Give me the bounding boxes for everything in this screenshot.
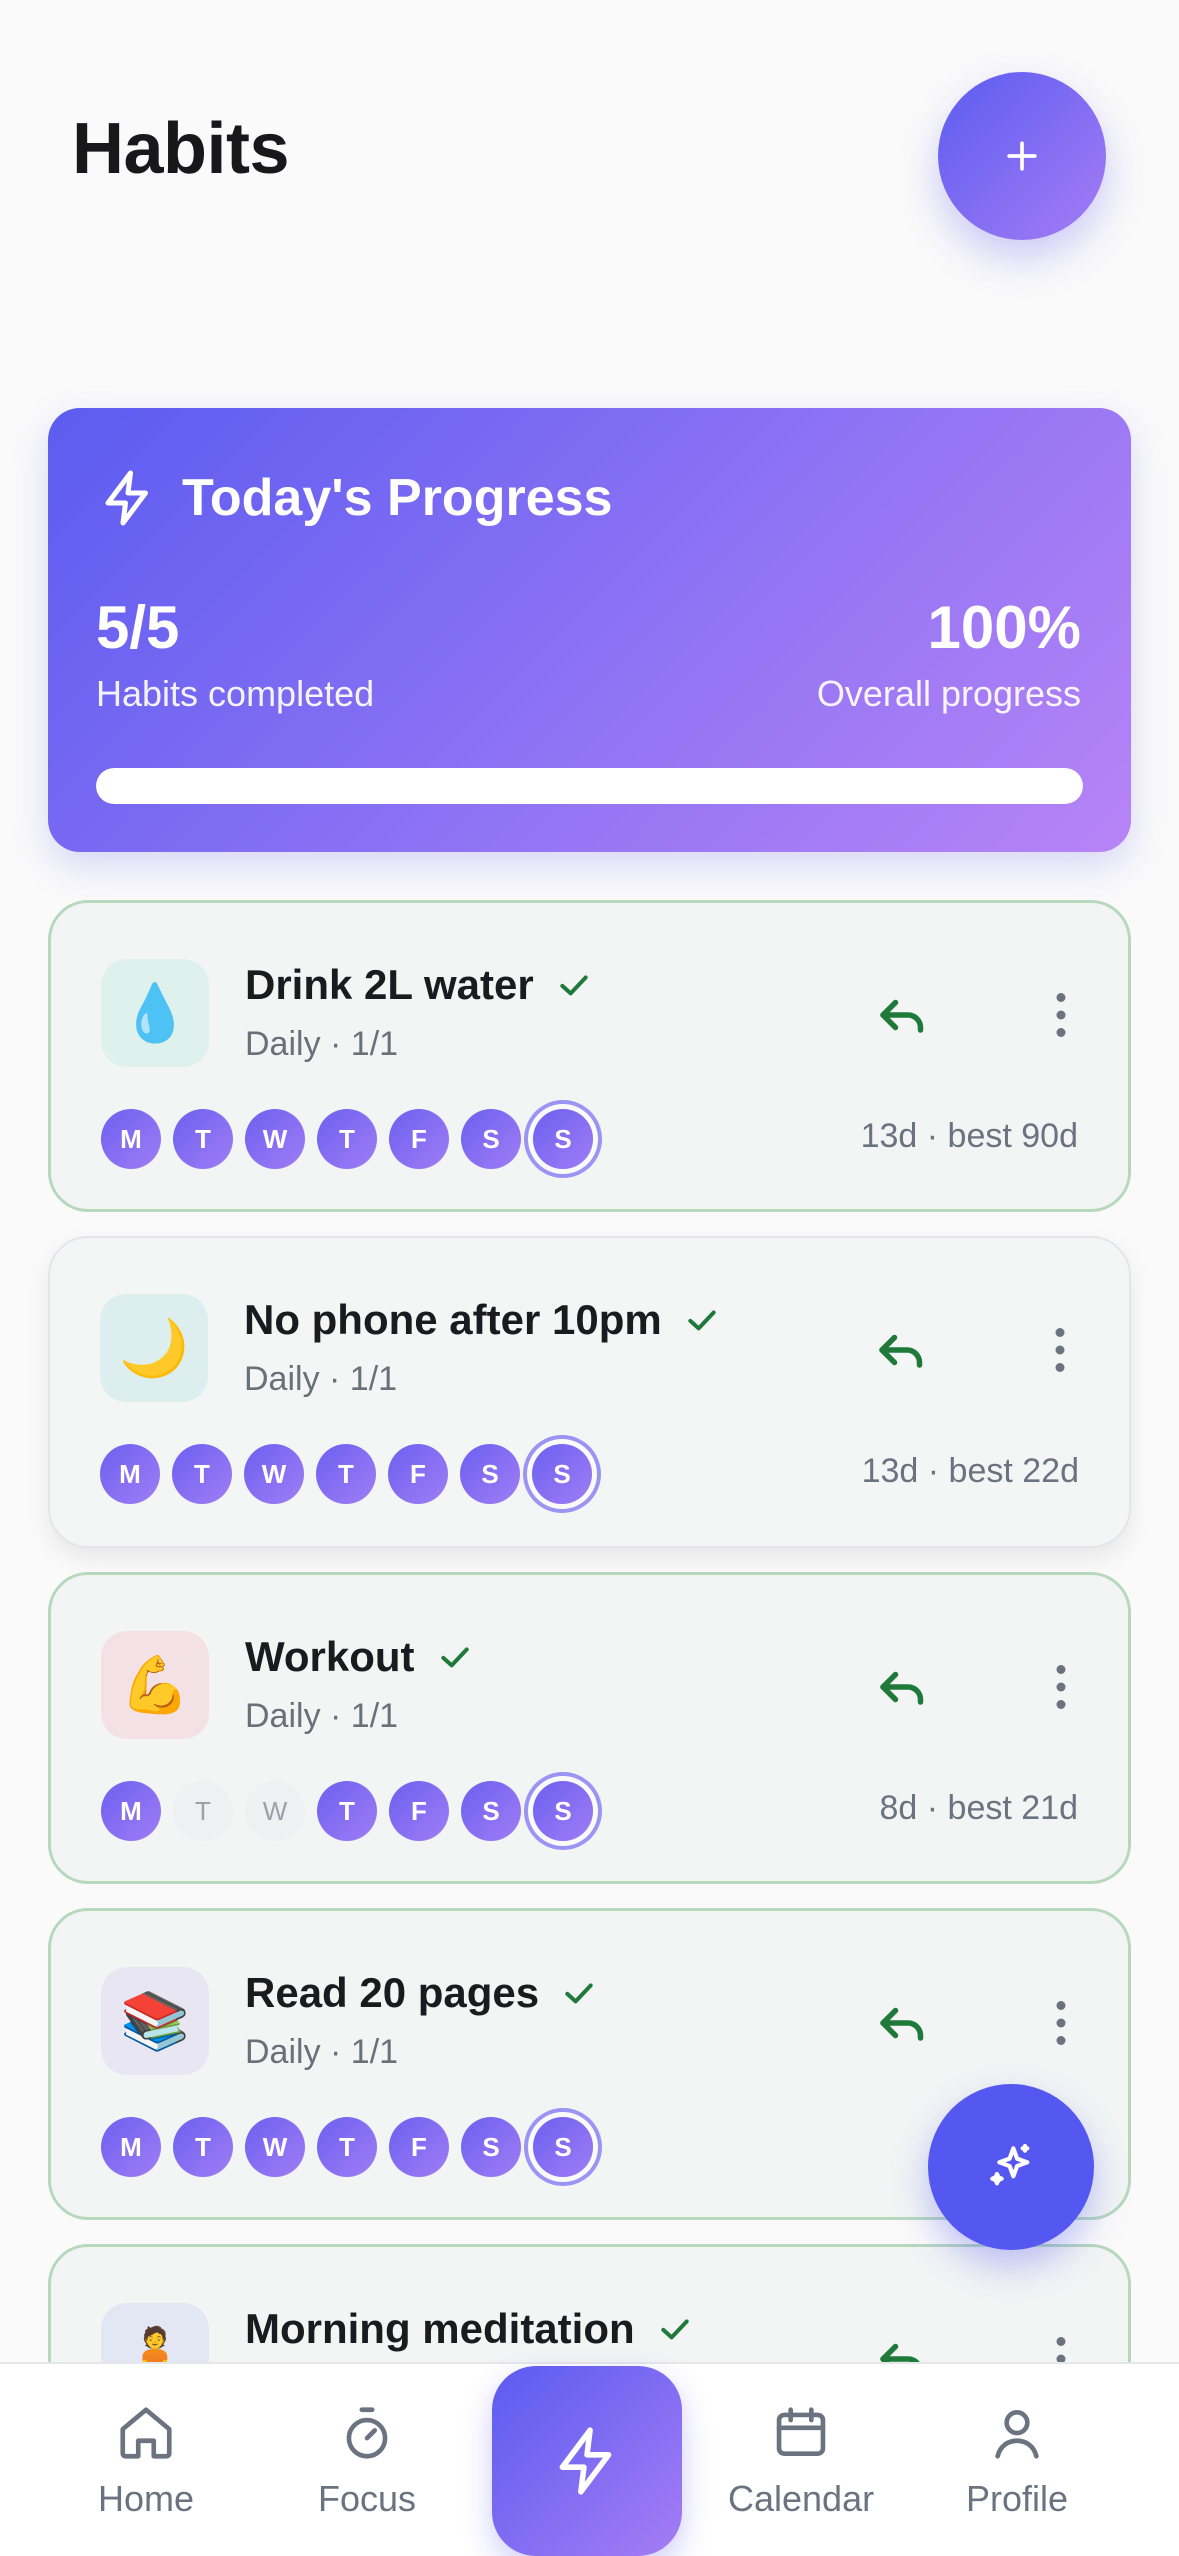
week-day-tracker: MTWTFSS bbox=[100, 1444, 592, 1504]
check-icon bbox=[660, 2319, 689, 2340]
habit-card[interactable]: 💧 Drink 2L water Daily · 1/1 MTWTFSS 13d… bbox=[48, 900, 1131, 1212]
day-indicator[interactable]: W bbox=[245, 2117, 305, 2177]
undo-icon[interactable] bbox=[872, 1320, 932, 1380]
progress-bar bbox=[96, 768, 1083, 804]
more-options-icon[interactable] bbox=[1031, 985, 1091, 1045]
day-indicator[interactable]: S bbox=[533, 1781, 593, 1841]
more-options-icon[interactable] bbox=[1031, 1993, 1091, 2053]
more-options-icon[interactable] bbox=[1031, 1657, 1091, 1717]
habit-card[interactable]: 💪 Workout Daily · 1/1 MTWTFSS 8d · best … bbox=[48, 1572, 1131, 1884]
day-indicator[interactable]: F bbox=[389, 1781, 449, 1841]
habit-frequency: Daily · 1/1 bbox=[245, 2033, 399, 2071]
day-indicator[interactable]: S bbox=[460, 1444, 520, 1504]
day-indicator[interactable]: T bbox=[173, 1109, 233, 1169]
day-indicator[interactable]: T bbox=[316, 1444, 376, 1504]
habit-emoji-icon: 💧 bbox=[101, 959, 209, 1067]
sparkle-icon bbox=[990, 2143, 1030, 2186]
overall-progress-label: Overall progress bbox=[816, 673, 1081, 714]
page-title: Habits bbox=[72, 109, 290, 189]
habits-completed-label: Habits completed bbox=[96, 673, 375, 714]
nav-focus-label: Focus bbox=[318, 2478, 417, 2519]
timer-icon bbox=[346, 2407, 388, 2459]
ai-assistant-button[interactable] bbox=[928, 2084, 1094, 2250]
habit-title: Read 20 pages bbox=[245, 1969, 599, 2017]
nav-calendar[interactable]: Calendar bbox=[728, 2402, 874, 2520]
habit-emoji-icon: 📚 bbox=[101, 1967, 209, 2075]
week-day-tracker: MTWTFSS bbox=[101, 2117, 593, 2177]
day-indicator[interactable]: T bbox=[173, 2117, 233, 2177]
day-indicator[interactable]: F bbox=[389, 1109, 449, 1169]
day-indicator[interactable]: T bbox=[317, 1781, 377, 1841]
habit-card[interactable]: 🌙 No phone after 10pm Daily · 1/1 MTWTFS… bbox=[48, 1236, 1131, 1548]
undo-icon[interactable] bbox=[873, 985, 933, 1045]
habit-name: Read 20 pages bbox=[245, 1969, 540, 2016]
habit-emoji-icon: 🌙 bbox=[100, 1294, 208, 1402]
plus-icon bbox=[1007, 141, 1037, 171]
day-indicator[interactable]: S bbox=[532, 1444, 592, 1504]
habits-completed-count: 5/5 bbox=[96, 594, 180, 661]
habit-title: Morning meditation bbox=[245, 2305, 695, 2353]
day-indicator[interactable]: T bbox=[172, 1444, 232, 1504]
nav-profile[interactable]: Profile bbox=[966, 2402, 1068, 2520]
bolt-icon bbox=[559, 2427, 612, 2495]
progress-bar-fill bbox=[96, 768, 1083, 804]
day-indicator[interactable]: T bbox=[317, 1109, 377, 1169]
bolt-icon bbox=[105, 470, 148, 526]
habit-emoji-icon: 💪 bbox=[101, 1631, 209, 1739]
nav-home[interactable]: Home bbox=[98, 2402, 194, 2520]
habit-name: No phone after 10pm bbox=[244, 1296, 662, 1343]
habit-name: Drink 2L water bbox=[245, 961, 534, 1008]
habit-streak: 13d · best 22d bbox=[861, 1452, 1079, 1490]
more-options-icon[interactable] bbox=[1030, 1320, 1090, 1380]
overall-progress-percent: 100% bbox=[927, 594, 1081, 661]
week-day-tracker: MTWTFSS bbox=[101, 1781, 593, 1841]
day-indicator[interactable]: T bbox=[173, 1781, 233, 1841]
day-indicator[interactable]: M bbox=[101, 1781, 161, 1841]
home-icon bbox=[120, 2407, 172, 2459]
day-indicator[interactable]: M bbox=[101, 1109, 161, 1169]
day-indicator[interactable]: M bbox=[101, 2117, 161, 2177]
habit-name: Workout bbox=[245, 1633, 415, 1680]
week-day-tracker: MTWTFSS bbox=[101, 1109, 593, 1169]
progress-title: Today's Progress bbox=[182, 469, 613, 527]
add-habit-button[interactable] bbox=[938, 72, 1106, 240]
user-icon bbox=[995, 2410, 1039, 2459]
nav-focus[interactable]: Focus bbox=[318, 2402, 416, 2520]
day-indicator[interactable]: S bbox=[461, 2117, 521, 2177]
habit-streak: 8d · best 21d bbox=[879, 1789, 1078, 1827]
day-indicator[interactable]: T bbox=[317, 2117, 377, 2177]
check-icon bbox=[440, 1647, 469, 1668]
todays-progress-card: Today's Progress 5/5 Habits completed 10… bbox=[48, 408, 1131, 852]
day-indicator[interactable]: F bbox=[389, 2117, 449, 2177]
day-indicator[interactable]: F bbox=[388, 1444, 448, 1504]
nav-profile-label: Profile bbox=[966, 2478, 1069, 2519]
undo-icon[interactable] bbox=[873, 1657, 933, 1717]
habit-frequency: Daily · 1/1 bbox=[244, 1360, 398, 1398]
day-indicator[interactable]: S bbox=[533, 1109, 593, 1169]
day-indicator[interactable]: W bbox=[244, 1444, 304, 1504]
habit-streak: 13d · best 90d bbox=[860, 1117, 1078, 1155]
habit-title: No phone after 10pm bbox=[244, 1296, 722, 1344]
nav-quick-action-button[interactable] bbox=[492, 2366, 682, 2556]
nav-calendar-label: Calendar bbox=[728, 2478, 875, 2519]
habit-title: Drink 2L water bbox=[245, 961, 594, 1009]
nav-home-label: Home bbox=[98, 2478, 195, 2519]
habit-title: Workout bbox=[245, 1633, 475, 1681]
day-indicator[interactable]: S bbox=[461, 1781, 521, 1841]
undo-icon[interactable] bbox=[873, 1993, 933, 2053]
day-indicator[interactable]: M bbox=[100, 1444, 160, 1504]
check-icon bbox=[565, 1983, 593, 2004]
calendar-icon bbox=[776, 2407, 826, 2456]
day-indicator[interactable]: W bbox=[245, 1109, 305, 1169]
day-indicator[interactable]: W bbox=[245, 1781, 305, 1841]
check-icon bbox=[560, 975, 588, 996]
habit-name: Morning meditation bbox=[245, 2305, 635, 2352]
day-indicator[interactable]: S bbox=[461, 1109, 521, 1169]
habit-frequency: Daily · 1/1 bbox=[245, 1025, 399, 1063]
day-indicator[interactable]: S bbox=[533, 2117, 593, 2177]
check-icon bbox=[688, 1310, 716, 1331]
habit-frequency: Daily · 1/1 bbox=[245, 1697, 399, 1735]
